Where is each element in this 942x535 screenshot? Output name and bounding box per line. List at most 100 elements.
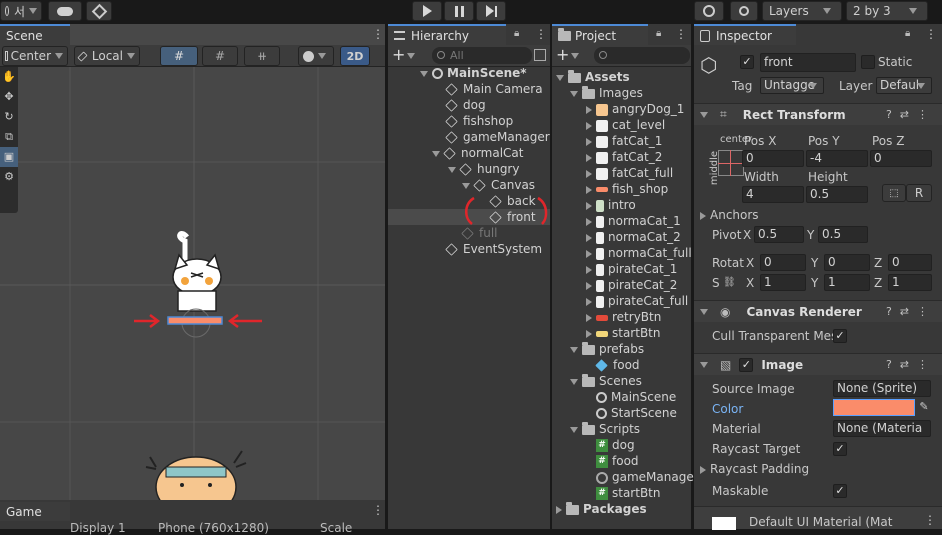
ruler-button[interactable]: ⧺ [244, 46, 280, 66]
step-button[interactable] [476, 1, 506, 21]
more-icon[interactable]: ⋮ [534, 24, 548, 45]
eyedropper-icon[interactable]: ✎ [916, 400, 932, 416]
front-image-gizmo[interactable] [128, 307, 268, 347]
more-icon[interactable]: ⋮ [924, 513, 936, 527]
asset-item[interactable]: food [595, 357, 640, 373]
raw-edit-button[interactable]: R [906, 184, 932, 202]
color-swatch[interactable] [833, 399, 915, 416]
pivot-dropdown[interactable]: Center [2, 46, 68, 66]
move-tool-icon[interactable]: ✥ [0, 87, 18, 107]
rot-x-field[interactable]: 0 [760, 254, 806, 271]
more-icon[interactable]: ⋮ [674, 24, 688, 45]
more-icon[interactable]: ⋮ [371, 500, 385, 521]
asset-item[interactable]: fatCat_full [586, 165, 673, 181]
dog-sprite[interactable] [142, 437, 252, 500]
material-field[interactable]: None (Materia [833, 420, 931, 437]
height-field[interactable]: 0.5 [806, 186, 868, 203]
asset-item[interactable]: startBtn [586, 325, 661, 341]
filter-icon[interactable] [534, 49, 546, 61]
tab-hierarchy[interactable]: Hierarchy [388, 24, 506, 45]
image-component-header[interactable]: ▧ ✓ Image ?⇄⋮ [694, 353, 942, 375]
component-menu-icons[interactable]: ?⇄⋮ [886, 305, 936, 318]
pivot-x-field[interactable]: 0.5 [754, 226, 804, 243]
tab-game[interactable]: Game [0, 500, 70, 521]
scene-root[interactable]: MainScene* [420, 65, 527, 81]
grid-snap-button[interactable]: # [160, 46, 198, 66]
asset-item[interactable]: # food [596, 453, 639, 469]
raycast-target-checkbox[interactable]: ✓ [833, 442, 847, 456]
tab-project[interactable]: Project [552, 24, 648, 45]
pivot-y-field[interactable]: 0.5 [818, 226, 868, 243]
component-menu-icons[interactable]: ?⇄⋮ [886, 108, 936, 121]
rot-y-field[interactable]: 0 [824, 254, 870, 271]
display-dropdown[interactable]: Display 1 [70, 522, 150, 534]
increment-snap-button[interactable]: # [202, 46, 238, 66]
2d-toggle[interactable]: 2D [340, 46, 370, 66]
more-icon[interactable]: ⋮ [371, 24, 385, 45]
project-search-input[interactable] [594, 47, 690, 64]
maskable-checkbox[interactable]: ✓ [833, 484, 847, 498]
hierarchy-item[interactable]: normalCat [432, 145, 523, 161]
pos-x-field[interactable]: 0 [742, 150, 804, 167]
cull-checkbox[interactable]: ✓ [833, 329, 847, 343]
hierarchy-item[interactable]: fishshop [445, 113, 513, 129]
scene-viewport[interactable]: ✋ ✥ ↻ ⧉ ▣ ⚙ [0, 67, 385, 500]
rect-tool-icon[interactable]: ▣ [0, 147, 18, 167]
cloud-button[interactable] [48, 1, 82, 21]
width-field[interactable]: 4 [742, 186, 804, 203]
image-enabled-checkbox[interactable]: ✓ [739, 357, 754, 372]
folder-packages[interactable]: Packages [556, 501, 647, 517]
asset-item[interactable]: angryDog_1 [586, 101, 684, 117]
hierarchy-item[interactable]: EventSystem [445, 241, 542, 257]
pos-z-field[interactable]: 0 [870, 150, 932, 167]
asset-item[interactable]: # startBtn [596, 485, 661, 501]
hierarchy-item[interactable]: gameManager [445, 129, 550, 145]
object-name-input[interactable]: front [760, 53, 856, 72]
blueprint-mode-button[interactable]: ⬚ [882, 184, 906, 202]
collab-button[interactable] [86, 1, 112, 21]
asset-item[interactable]: normaCat_1 [586, 213, 681, 229]
layers-dropdown[interactable]: Layers [762, 1, 842, 21]
asset-item[interactable]: fatCat_1 [586, 133, 662, 149]
asset-item[interactable]: pirateCat_full [586, 293, 688, 309]
pos-y-field[interactable]: -4 [806, 150, 868, 167]
asset-item[interactable]: normaCat_full [586, 245, 692, 261]
tab-scene[interactable]: Scene [0, 24, 70, 45]
tag-dropdown[interactable]: Untagge [760, 77, 824, 94]
folder-scripts[interactable]: Scripts [570, 421, 640, 437]
asset-item[interactable]: fish_shop [586, 181, 668, 197]
transform-tool-icon[interactable]: ⚙ [0, 167, 18, 187]
asset-item[interactable]: pirateCat_2 [586, 277, 677, 293]
cat-sprite[interactable] [145, 229, 255, 319]
hand-tool-icon[interactable]: ✋ [0, 67, 18, 87]
lock-icon[interactable]: 🔒︎ [514, 28, 524, 40]
lock-icon[interactable]: 🔒︎ [656, 28, 666, 40]
pause-button[interactable] [444, 1, 474, 21]
rot-z-field[interactable]: 0 [888, 254, 932, 271]
canvas-renderer-header[interactable]: ◉ Canvas Renderer ?⇄⋮ [694, 300, 942, 322]
layout-dropdown[interactable]: 2 by 3 [846, 1, 928, 21]
play-button[interactable] [412, 1, 442, 21]
resolution-dropdown[interactable]: Phone (760x1280) [158, 522, 308, 534]
history-button[interactable] [694, 1, 724, 21]
asset-item[interactable]: # dog [596, 437, 635, 453]
asset-item[interactable]: retryBtn [586, 309, 661, 325]
link-icon[interactable]: ⛓ [723, 277, 736, 288]
more-icon[interactable]: ⋮ [924, 24, 938, 45]
asset-item[interactable]: gameManage [596, 469, 694, 485]
asset-item[interactable]: intro [586, 197, 636, 213]
component-menu-icons[interactable]: ?⇄⋮ [886, 358, 936, 371]
scale-x-field[interactable]: 1 [760, 274, 806, 291]
asset-item[interactable]: StartScene [596, 405, 677, 421]
search-button[interactable] [730, 1, 758, 21]
hierarchy-item[interactable]: Main Camera [445, 81, 543, 97]
hierarchy-item[interactable]: dog [445, 97, 486, 113]
lock-icon[interactable]: 🔒︎ [905, 28, 915, 40]
folder-images[interactable]: Images [570, 85, 643, 101]
scale-z-field[interactable]: 1 [888, 274, 932, 291]
space-dropdown[interactable]: Local [74, 46, 140, 66]
asset-item[interactable]: MainScene [596, 389, 676, 405]
add-button[interactable]: + [392, 47, 420, 65]
asset-item[interactable]: pirateCat_1 [586, 261, 677, 277]
scale-y-field[interactable]: 1 [824, 274, 870, 291]
